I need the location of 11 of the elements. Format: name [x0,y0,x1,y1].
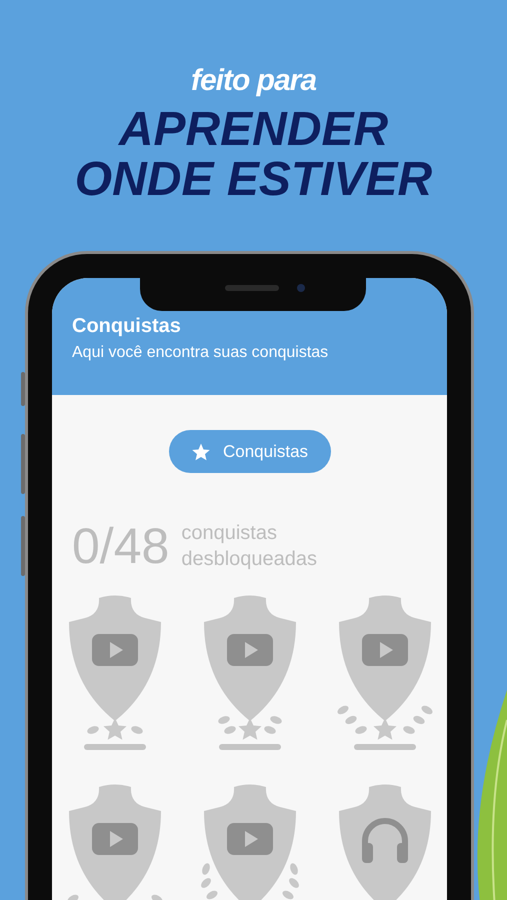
page-subtitle: Aqui você encontra suas conquistas [72,343,330,363]
locked-badge-drawing[interactable] [200,783,300,900]
promo-headline: ONDE ESTIVER [74,155,432,205]
achievements-button[interactable]: Conquistas [168,430,330,473]
star-icon [190,442,211,462]
promo-headline: APRENDER [118,105,388,155]
promo-kicker: feito para [190,63,316,99]
achievement-count: 0/48 [72,518,170,574]
count-label: conquistas desbloqueadas [181,521,318,572]
page-title: Conquistas [72,314,182,339]
locked-badge-drawing[interactable] [64,783,164,900]
